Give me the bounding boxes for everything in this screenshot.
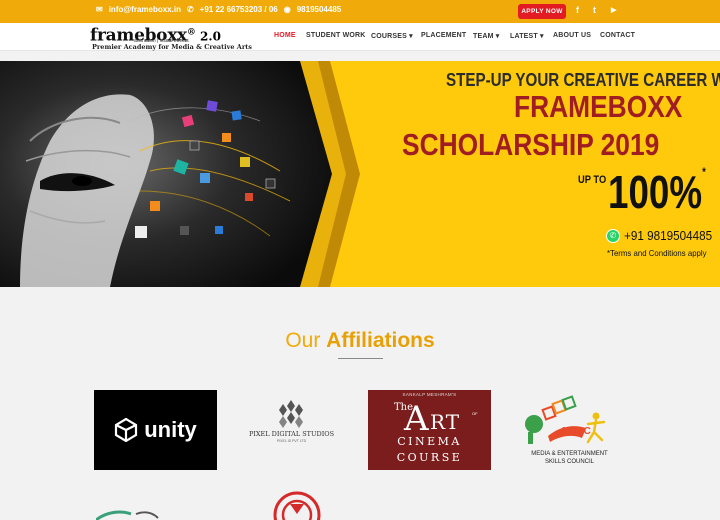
mesc-line-1: MEDIA & ENTERTAINMENT	[531, 451, 608, 457]
mesc-logo-text: MESC	[562, 426, 591, 437]
unity-wordmark: unity	[144, 417, 197, 442]
banner-line-1: STEP-UP YOUR CREATIVE CAREER WITH	[446, 69, 720, 90]
banner-whatsapp[interactable]: ✆ +91 9819504485	[606, 228, 720, 243]
email-link[interactable]: info@frameboxx.in	[109, 5, 181, 14]
nav-contact[interactable]: CONTACT	[600, 32, 635, 39]
banner-terms: *Terms and Conditions apply	[607, 248, 707, 258]
banner-line-2: FRAMEBOXX	[514, 89, 683, 124]
site-logo[interactable]: frameboxx® 2.0 animation | visual effect…	[90, 23, 252, 51]
nav-home[interactable]: HOME	[274, 32, 296, 39]
whatsapp-icon: ✆	[606, 228, 620, 243]
banner-upto: UP TO	[578, 174, 607, 186]
title-divider	[338, 358, 383, 359]
envelope-icon: ✉	[96, 5, 103, 14]
whatsapp-icon: ◉	[283, 5, 291, 14]
affiliations-title-bold: Affiliations	[326, 329, 435, 352]
cinema-big-a: A	[404, 399, 429, 439]
main-navbar: frameboxx® 2.0 animation | visual effect…	[0, 23, 720, 51]
partial-logo-left[interactable]	[96, 508, 166, 520]
partial-logo-center[interactable]	[272, 490, 322, 520]
affiliations-title-plain: Our	[285, 329, 321, 352]
cinema-of: OF	[472, 411, 478, 416]
nav-latest[interactable]: LATEST ▾	[510, 32, 544, 40]
logo-version: 2.0	[200, 29, 221, 44]
unity-cube-icon	[115, 418, 138, 442]
scholarship-banner[interactable]: STEP-UP YOUR CREATIVE CAREER WITH FRAMEB…	[0, 61, 720, 287]
mesc-logo[interactable]: MESC MEDIA & ENTERTAINMENT SKILLS COUNCI…	[508, 390, 631, 470]
banner-line-3: SCHOLARSHIP 2019	[402, 127, 660, 162]
pixel-sub: PIXEL ID PVT LTD	[276, 439, 307, 443]
percent-asterisk: *	[702, 165, 706, 179]
facebook-icon[interactable]: f	[576, 5, 579, 15]
banner-whatsapp-number: +91 9819504485	[624, 228, 713, 243]
unity-logo[interactable]: unity	[94, 390, 217, 470]
art-of-cinema-logo[interactable]: SANKALP MESHRAM'S The A RT OF CINEMA COU…	[368, 390, 491, 470]
nav-team[interactable]: TEAM ▾	[473, 32, 500, 40]
mesc-emblem-icon	[525, 395, 606, 444]
cinema-line-2: CINEMA	[397, 435, 462, 448]
pixel-digital-logo[interactable]: PIXEL DIGITAL STUDIOS PIXEL ID PVT LTD	[230, 390, 353, 470]
cinema-line-3: COURSE	[396, 451, 463, 464]
nav-placement[interactable]: PLACEMENT	[421, 32, 466, 39]
cinema-prefix: SANKALP MESHRAM'S	[402, 392, 457, 397]
affiliations-title: Our Affiliations	[0, 329, 720, 353]
logo-subtitle: Premier Academy for Media & Creative Art…	[92, 43, 252, 51]
mesc-line-2: SKILLS COUNCIL	[544, 459, 595, 465]
nav-student-work[interactable]: STUDENT WORK	[306, 32, 366, 39]
phone-icon: ✆	[186, 5, 194, 14]
nav-courses[interactable]: COURSES ▾	[371, 32, 413, 40]
phone-link[interactable]: +91 22 66753203 / 06	[200, 5, 278, 14]
contact-info: ✉ info@frameboxx.in ✆ +91 22 66753203 / …	[96, 5, 341, 14]
whatsapp-link[interactable]: 9819504485	[297, 5, 342, 14]
pixel-name: PIXEL DIGITAL STUDIOS	[248, 430, 335, 438]
pixel-emblem-icon	[279, 400, 303, 428]
top-bar: ✉ info@frameboxx.in ✆ +91 22 66753203 / …	[0, 0, 720, 23]
cinema-rt: RT	[430, 410, 461, 434]
percent-value: 100%	[608, 166, 703, 218]
banner-percent: 100%*	[608, 165, 706, 219]
apply-now-button[interactable]: APPLY NOW	[518, 4, 566, 19]
youtube-icon[interactable]: ▶	[611, 6, 616, 14]
nav-about-us[interactable]: ABOUT US	[553, 32, 591, 39]
twitter-icon[interactable]: t	[593, 5, 596, 15]
